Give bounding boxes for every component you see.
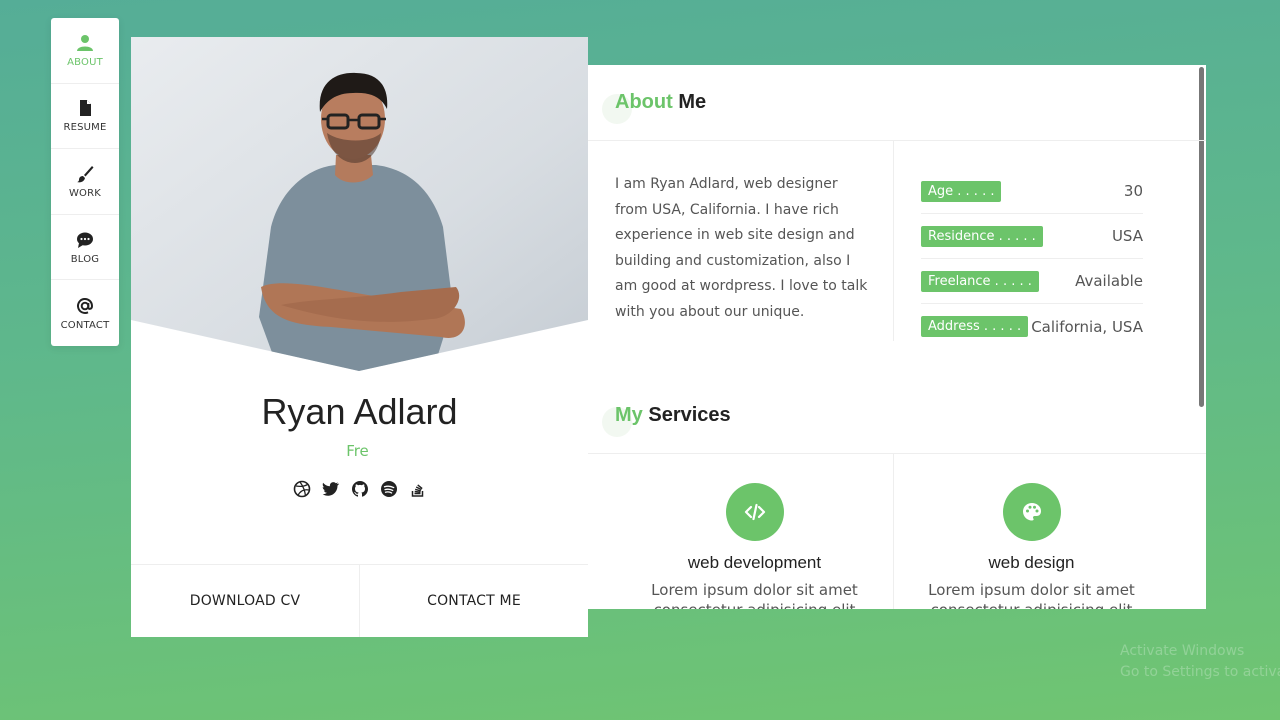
about-title-accent: About: [615, 91, 673, 113]
info-label: Age . . . . .: [921, 180, 1002, 202]
download-cv-button[interactable]: DOWNLOAD CV: [131, 565, 360, 637]
document-icon: [80, 100, 91, 117]
windows-activation-watermark: Activate Windows Go to Settings to activ…: [1120, 641, 1280, 683]
nav-label-about: ABOUT: [67, 56, 103, 68]
nav-item-about[interactable]: ABOUT: [51, 18, 119, 84]
service-web-design: web design Lorem ipsum dolor sit amet co…: [879, 483, 1184, 609]
watermark-line-1: Activate Windows: [1120, 643, 1245, 659]
dribbble-icon[interactable]: [293, 480, 311, 498]
social-links: [131, 480, 588, 498]
profile-name: Ryan Adlard: [261, 391, 458, 432]
profile-card: Ryan Adlard Fre DOWNLOAD CV CONTACT ME: [131, 37, 588, 637]
side-navigation: ABOUT RESUME WORK BLOG CONTACT: [51, 18, 119, 346]
service-description: Lorem ipsum dolor sit amet: [928, 581, 1135, 599]
nav-label-contact: CONTACT: [60, 319, 110, 331]
at-icon: [77, 297, 94, 314]
chat-icon: [77, 232, 93, 248]
twitter-icon[interactable]: [322, 480, 340, 498]
palette-icon: [1022, 503, 1041, 521]
divider: [893, 141, 894, 341]
profile-role: Fre: [346, 442, 369, 460]
panel-scrollbar[interactable]: [1199, 67, 1204, 407]
code-icon: [744, 503, 765, 521]
nav-label-work: WORK: [68, 187, 102, 199]
service-description-cont: consectetur adipisicing elit: [602, 601, 907, 609]
brush-icon: [77, 165, 94, 183]
info-value: 30: [1123, 182, 1143, 200]
info-row-age: Age . . . . . 30: [921, 169, 1143, 214]
service-description: Lorem ipsum dolor sit amet: [651, 581, 858, 599]
info-label: Address . . . . .: [921, 316, 1029, 337]
service-icon-circle: [1002, 483, 1061, 541]
service-description-cont: consectetur adipisicing elit: [879, 601, 1184, 609]
info-value: Available: [1075, 272, 1143, 290]
about-text: I am Ryan Adlard, web designer from USA,…: [615, 176, 868, 320]
contact-me-button[interactable]: CONTACT ME: [360, 565, 588, 637]
nav-item-blog[interactable]: BLOG: [51, 215, 119, 281]
nav-item-contact[interactable]: CONTACT: [51, 280, 119, 346]
user-icon: [77, 34, 93, 51]
content-panel: About Me I am Ryan Adlard, web designer …: [588, 65, 1206, 609]
github-icon[interactable]: [351, 480, 369, 498]
info-value: USA: [1111, 227, 1143, 245]
profile-photo: [131, 37, 588, 377]
nav-label-blog: BLOG: [70, 253, 100, 265]
nav-label-resume: RESUME: [63, 122, 107, 134]
services-title-rest: Services: [648, 404, 731, 426]
card-actions: DOWNLOAD CV CONTACT ME: [131, 564, 588, 637]
watermark-line-2: Go to Settings to activate Windows.: [1120, 664, 1280, 680]
nav-item-resume[interactable]: RESUME: [51, 84, 119, 150]
about-section-title: About Me: [615, 91, 706, 114]
info-label: Residence . . . . .: [921, 225, 1043, 247]
service-web-development: web development Lorem ipsum dolor sit am…: [602, 483, 907, 609]
info-row-residence: Residence . . . . . USA: [921, 214, 1143, 259]
services-title-accent: My: [615, 404, 643, 426]
services-section-title: My Services: [615, 404, 731, 427]
service-title: web development: [687, 553, 822, 572]
stackoverflow-icon[interactable]: [409, 480, 427, 498]
info-value: California, USA: [1031, 317, 1143, 336]
service-icon-circle: [725, 483, 784, 541]
nav-item-work[interactable]: WORK: [51, 149, 119, 215]
divider: [588, 453, 1206, 454]
info-label: Freelance . . . . .: [921, 270, 1039, 292]
about-title-rest: Me: [678, 91, 707, 113]
service-title: web design: [988, 553, 1075, 572]
info-row-freelance: Freelance . . . . . Available: [921, 259, 1143, 304]
spotify-icon[interactable]: [380, 480, 398, 498]
info-row-address: Address . . . . . California, USA: [921, 304, 1143, 349]
divider: [588, 140, 1206, 141]
